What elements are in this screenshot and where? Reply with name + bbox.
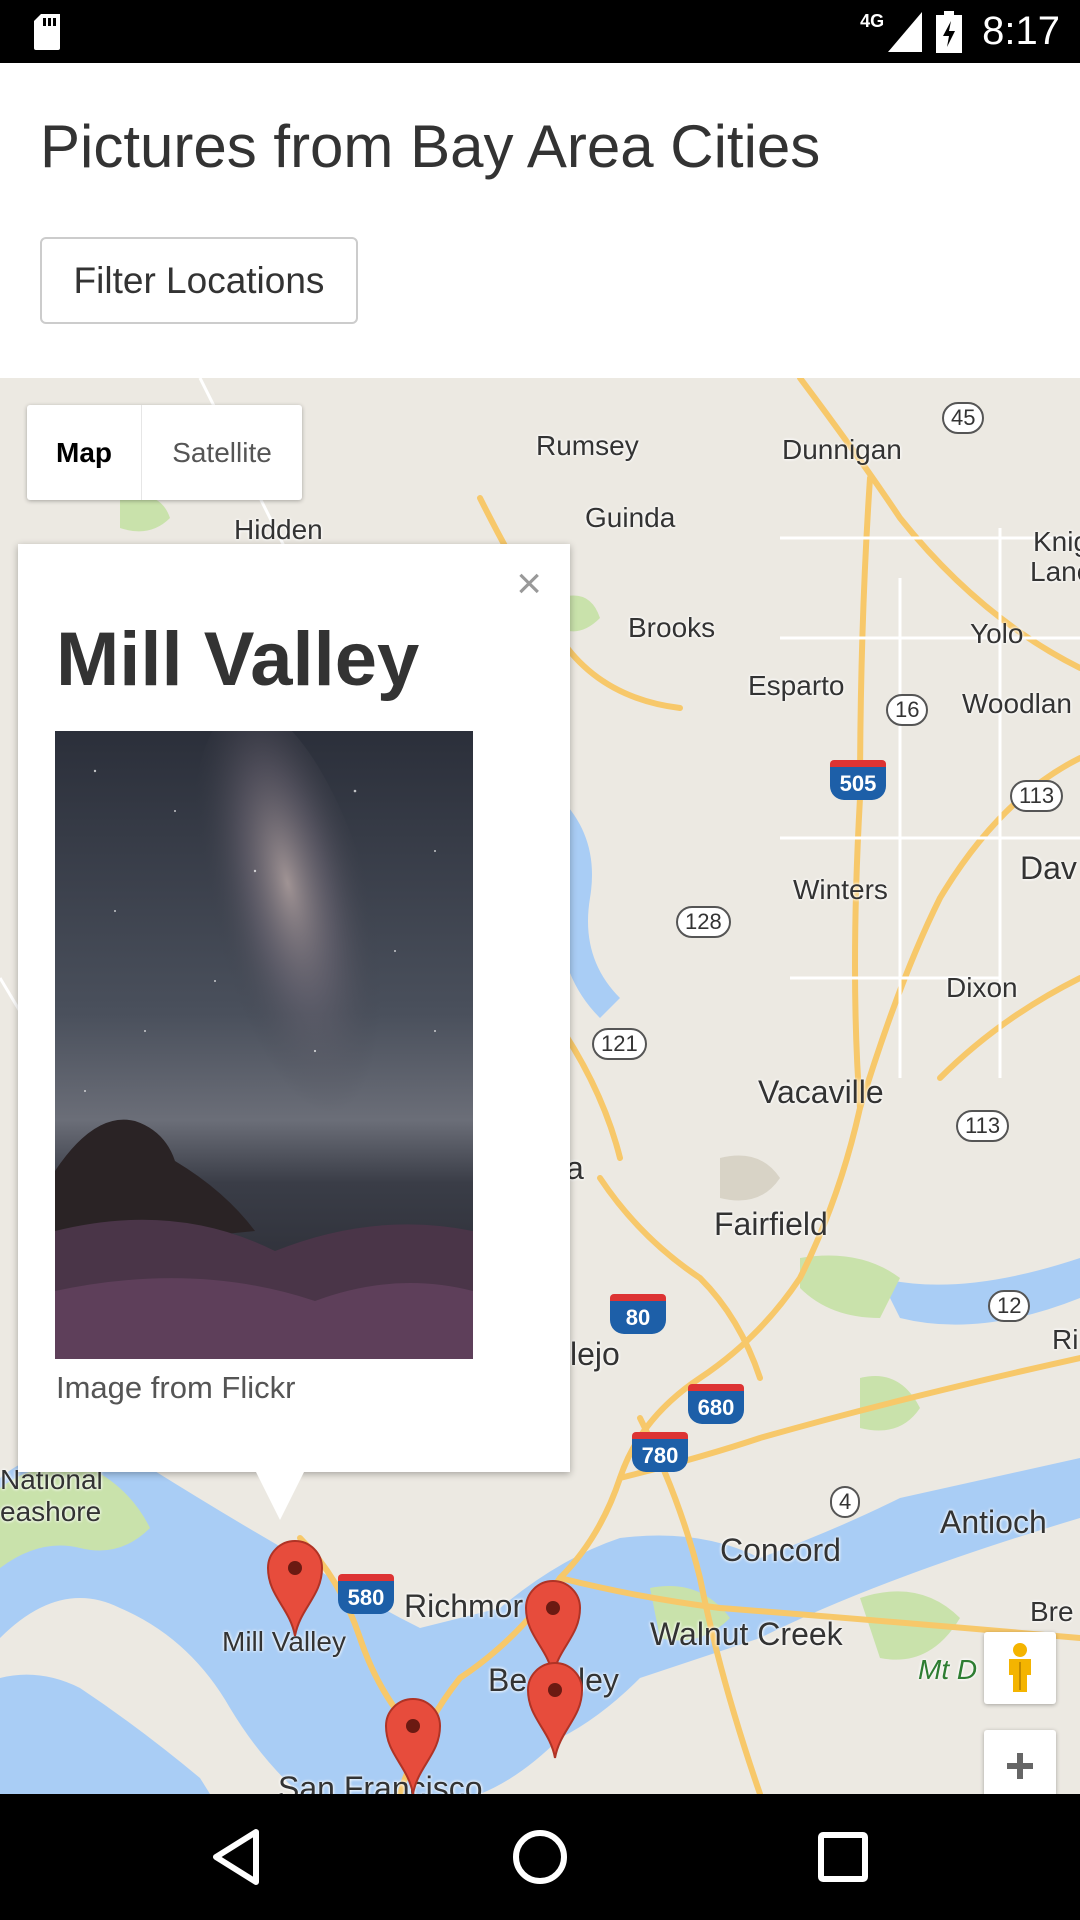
map-label-fairfield: Fairfield <box>714 1206 828 1242</box>
map-label-dunnigan: Dunnigan <box>782 434 902 465</box>
interstate-shield-505: 505 <box>830 760 886 800</box>
location-photo <box>55 731 473 1359</box>
back-icon[interactable] <box>202 1822 272 1892</box>
recents-icon[interactable] <box>808 1822 878 1892</box>
zoom-in-button[interactable] <box>984 1730 1056 1794</box>
battery-icon <box>936 10 963 53</box>
street-view-pegman-icon[interactable] <box>984 1632 1056 1704</box>
map-label-woodland: Woodlan <box>962 688 1073 719</box>
map-marker-berkeley[interactable] <box>526 1660 584 1760</box>
map-type-satellite-button[interactable]: Satellite <box>142 405 302 500</box>
map-label-knights: Knig <box>1033 526 1080 557</box>
photo-caption: Image from Flickr <box>56 1370 296 1405</box>
map-label-hidden: Hidden <box>234 514 323 545</box>
interstate-shield-780: 780 <box>632 1432 688 1472</box>
map-label-walnut-creek: Walnut Creek <box>650 1616 843 1652</box>
map-label-dixon: Dixon <box>946 972 1018 1003</box>
signal-icon <box>888 11 923 52</box>
home-icon[interactable] <box>505 1822 575 1892</box>
map-label-concord: Concord <box>720 1532 841 1568</box>
map-label-vacaville: Vacaville <box>758 1074 884 1110</box>
map-label-esparto: Esparto <box>748 670 845 701</box>
map[interactable]: Rumsey Dunnigan Guinda Hidden Brooks Yol… <box>0 378 1080 1794</box>
map-label-san-francisco: San Francisco <box>278 1770 483 1794</box>
map-label-rumsey: Rumsey <box>536 430 639 461</box>
map-type-control: Map Satellite <box>27 405 302 500</box>
system-navigation-bar <box>0 1794 1080 1920</box>
highway-shield-16: 16 <box>886 694 929 726</box>
filter-locations-button[interactable]: Filter Locations <box>40 237 358 324</box>
map-label-brooks: Brooks <box>628 612 716 643</box>
info-window: × Mill Valley Image from Flickr <box>18 544 570 1472</box>
highway-shield-128: 128 <box>676 906 731 938</box>
map-label-mt-diablo: Mt D <box>918 1654 978 1685</box>
network-type-label: 4G <box>860 11 885 31</box>
map-label-landing: Lane <box>1030 556 1080 587</box>
sd-card-icon <box>34 14 60 50</box>
map-marker-san-francisco[interactable] <box>384 1696 442 1794</box>
map-label-richmond: Richmor <box>404 1588 524 1624</box>
highway-shield-45: 45 <box>942 402 985 434</box>
page-title: Pictures from Bay Area Cities <box>40 113 821 180</box>
clock: 8:17 <box>982 9 1060 53</box>
close-icon[interactable]: × <box>516 562 542 606</box>
interstate-shield-80: 80 <box>610 1294 666 1334</box>
map-label-berkeley-a: Be <box>488 1662 528 1698</box>
map-label-berkeley-b: ley <box>578 1662 619 1698</box>
highway-shield-4: 4 <box>830 1486 861 1518</box>
status-bar: 4G 8:17 <box>0 0 1080 63</box>
interstate-shield-680: 680 <box>688 1384 744 1424</box>
map-label-davis: Dav <box>1020 850 1077 886</box>
highway-shield-12: 12 <box>988 1290 1031 1322</box>
highway-shield-113-north: 113 <box>1010 780 1064 812</box>
map-label-yolo: Yolo <box>970 618 1024 649</box>
map-label-vallejo: lejo <box>570 1336 620 1372</box>
map-type-map-button[interactable]: Map <box>27 405 142 500</box>
interstate-shield-580: 580 <box>338 1574 394 1614</box>
map-label-winters: Winters <box>793 874 888 905</box>
map-label-seashore: eashore <box>0 1496 102 1527</box>
map-label-guinda: Guinda <box>585 502 676 533</box>
highway-shield-113-south: 113 <box>956 1110 1010 1142</box>
map-label-brentwood: Bre <box>1030 1596 1074 1627</box>
highway-shield-121: 121 <box>592 1028 647 1060</box>
map-marker-mill-valley[interactable] <box>266 1538 324 1638</box>
info-window-pointer <box>256 1472 304 1520</box>
map-label-rio: Ri <box>1052 1324 1079 1355</box>
info-window-title: Mill Valley <box>56 617 420 702</box>
map-label-antioch: Antioch <box>940 1504 1047 1540</box>
